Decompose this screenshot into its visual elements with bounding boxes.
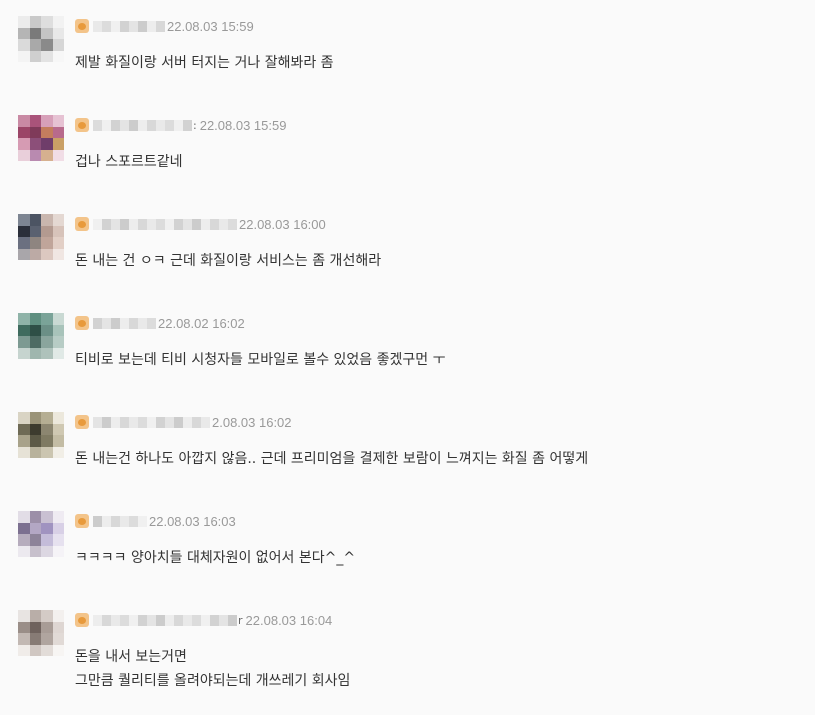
avatar[interactable] xyxy=(18,115,64,161)
comment-line: 제발 화질이랑 서버 터지는 거나 잘해봐라 좀 xyxy=(75,55,334,71)
nickname-blurred[interactable] xyxy=(93,218,237,230)
comment-meta: 22.08.02 16:02 xyxy=(75,311,245,335)
comment-text: 돈 내는건 하나도 아깝지 않음.. 근데 프리미엄을 결제한 보람이 느껴지는… xyxy=(75,447,588,471)
comment-line: ㅋㅋㅋㅋ 양아치들 대체자원이 없어서 본다^_^ xyxy=(75,550,356,566)
avatar[interactable] xyxy=(18,313,64,359)
comment-date: 22.08.03 15:59 xyxy=(167,18,254,34)
avatar[interactable] xyxy=(18,412,64,458)
avatar[interactable] xyxy=(18,16,64,62)
comment-item: 2.08.03 16:02 돈 내는건 하나도 아깝지 않음.. 근데 프리미엄을… xyxy=(0,396,815,495)
comment-line: 티비로 보는데 티비 시청자들 모바일로 볼수 있었음 좋겠구먼 ㅜ xyxy=(75,352,446,368)
member-level-icon xyxy=(75,118,89,132)
comment-item: 22.08.03 16:00 돈 내는 건 ㅇㅋ 근데 화질이랑 서비스는 좀 개… xyxy=(0,198,815,297)
member-level-icon xyxy=(75,514,89,528)
comment-line: 돈을 내서 보는거면 xyxy=(75,649,187,665)
nickname-blurred[interactable] xyxy=(93,614,237,626)
comment-text: ㅋㅋㅋㅋ 양아치들 대체자원이 없어서 본다^_^ xyxy=(75,546,355,570)
comment-meta: 2.08.03 16:02 xyxy=(75,410,292,434)
comment-meta: :22.08.03 15:59 xyxy=(75,113,286,137)
nickname-blurred[interactable] xyxy=(93,416,210,428)
comment-item: r 22.08.03 16:04 돈을 내서 보는거면그만큼 퀄리티를 올려야되는데… xyxy=(0,594,815,693)
comment-date: 22.08.03 16:04 xyxy=(245,612,333,628)
nickname-blurred[interactable] xyxy=(93,20,165,32)
comment-item: :22.08.03 15:59 겁나 스포르트같네 xyxy=(0,99,815,198)
nickname-blurred[interactable] xyxy=(93,119,192,131)
comment-date: 22.08.03 16:00 xyxy=(239,216,326,232)
comment-text: 돈 내는 건 ㅇㅋ 근데 화질이랑 서비스는 좀 개선해라 xyxy=(75,249,381,273)
comment-date: 22.08.02 16:02 xyxy=(158,315,245,331)
member-level-icon xyxy=(75,415,89,429)
nickname-tail: : xyxy=(193,118,197,132)
comment-item: 22.08.03 16:03 ㅋㅋㅋㅋ 양아치들 대체자원이 없어서 본다^_^ xyxy=(0,495,815,594)
comment-item: 22.08.02 16:02 티비로 보는데 티비 시청자들 모바일로 볼수 있었… xyxy=(0,297,815,396)
comment-date: 2.08.03 16:02 xyxy=(212,414,292,430)
nickname-blurred[interactable] xyxy=(93,317,156,329)
comment-date: 22.08.03 15:59 xyxy=(199,117,287,133)
avatar[interactable] xyxy=(18,511,64,557)
comment-meta: 22.08.03 15:59 xyxy=(75,14,254,38)
member-level-icon xyxy=(75,613,89,627)
nickname-blurred[interactable] xyxy=(93,515,147,527)
comment-line: 겁나 스포르트같네 xyxy=(75,154,183,170)
comment-line: 돈 내는건 하나도 아깝지 않음.. 근데 프리미엄을 결제한 보람이 느껴지는… xyxy=(75,451,589,467)
member-level-icon xyxy=(75,217,89,231)
member-level-icon xyxy=(75,19,89,33)
avatar[interactable] xyxy=(18,610,64,656)
comment-meta: 22.08.03 16:03 xyxy=(75,509,236,533)
comment-text: 돈을 내서 보는거면그만큼 퀄리티를 올려야되는데 개쓰레기 회사임 xyxy=(75,645,350,693)
comment-list: 22.08.03 15:59 제발 화질이랑 서버 터지는 거나 잘해봐라 좀:2… xyxy=(0,0,815,715)
comment-meta: 22.08.03 16:00 xyxy=(75,212,326,236)
comment-line: 돈 내는 건 ㅇㅋ 근데 화질이랑 서비스는 좀 개선해라 xyxy=(75,253,382,269)
comment-line: 그만큼 퀄리티를 올려야되는데 개쓰레기 회사임 xyxy=(75,673,351,689)
comment-text: 겁나 스포르트같네 xyxy=(75,150,183,174)
comment-date: 22.08.03 16:03 xyxy=(149,513,236,529)
avatar[interactable] xyxy=(18,214,64,260)
nickname-tail: r xyxy=(238,613,243,627)
comment-text: 티비로 보는데 티비 시청자들 모바일로 볼수 있었음 좋겠구먼 ㅜ xyxy=(75,348,445,372)
comment-item: 22.08.03 15:59 제발 화질이랑 서버 터지는 거나 잘해봐라 좀 xyxy=(0,0,815,99)
comment-meta: r 22.08.03 16:04 xyxy=(75,608,332,632)
member-level-icon xyxy=(75,316,89,330)
comment-text: 제발 화질이랑 서버 터지는 거나 잘해봐라 좀 xyxy=(75,51,334,75)
